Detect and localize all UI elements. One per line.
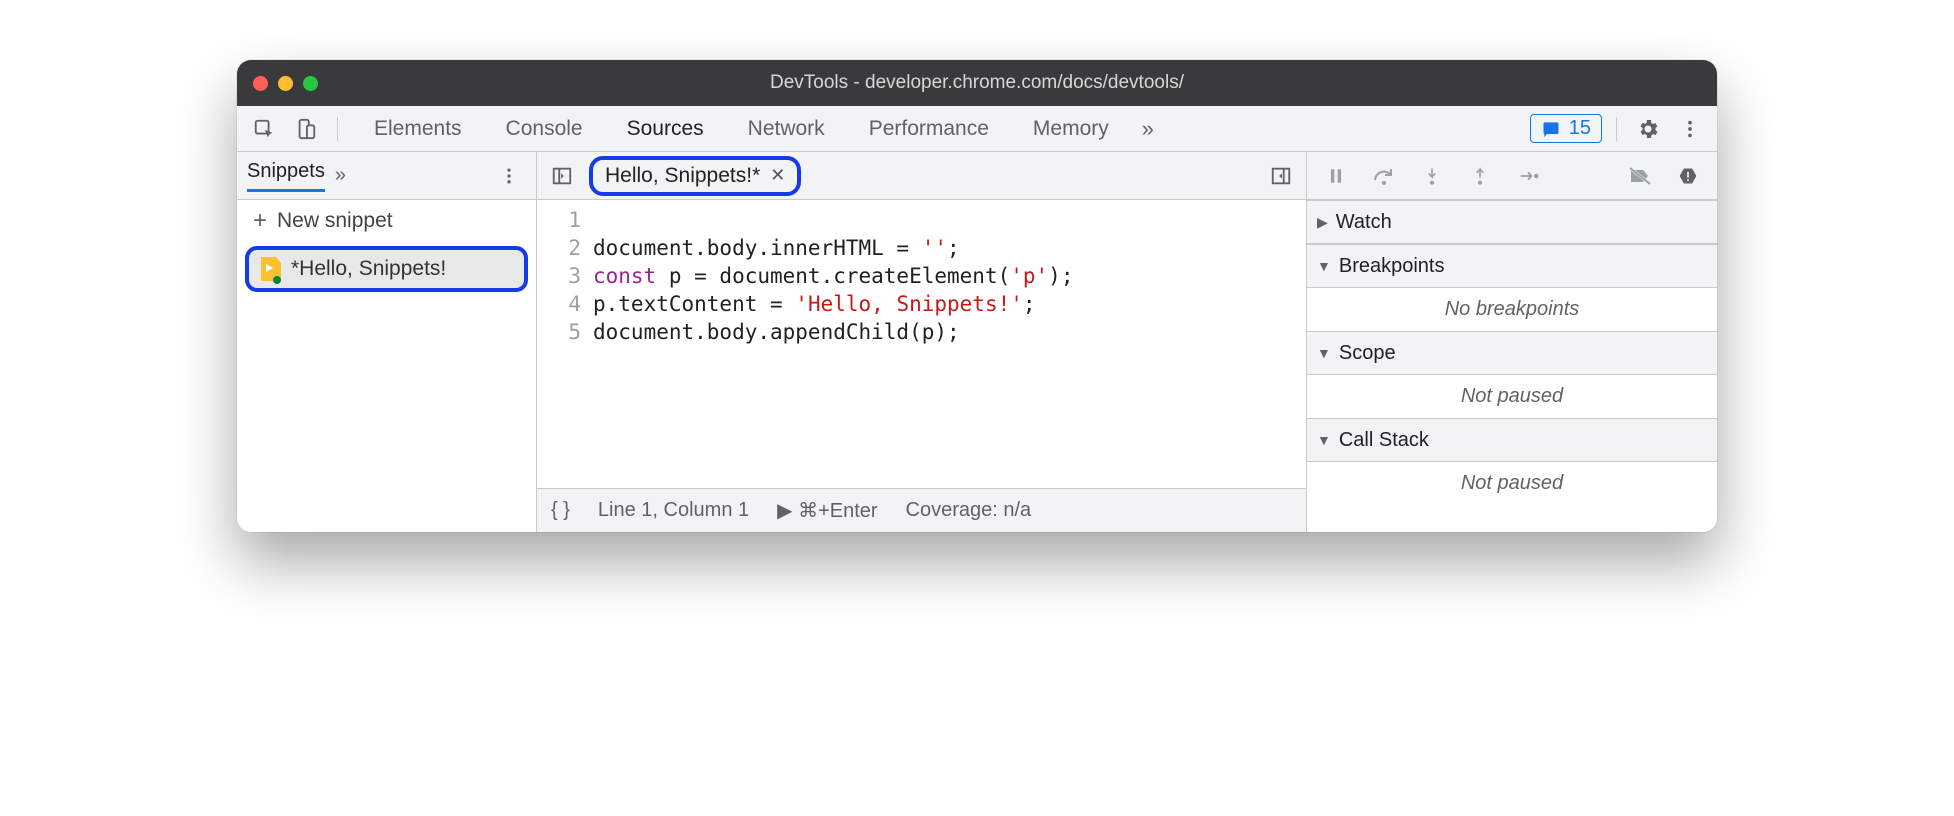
issues-count: 15 xyxy=(1569,117,1591,140)
separator xyxy=(337,117,338,141)
section-title: Watch xyxy=(1336,211,1392,234)
step-icon[interactable] xyxy=(1511,159,1545,193)
plus-icon: + xyxy=(253,207,267,235)
editor-footer: { } Line 1, Column 1 ▶ ⌘+Enter Coverage:… xyxy=(537,488,1306,532)
scope-section-header[interactable]: ▼ Scope xyxy=(1307,331,1717,375)
close-window-button[interactable] xyxy=(253,76,268,91)
code-content: document.body.innerHTML = ''; const p = … xyxy=(593,206,1306,482)
more-navigator-tabs-icon[interactable]: » xyxy=(335,164,346,187)
panel-tabs: Elements Console Sources Network Perform… xyxy=(352,106,1522,152)
inspect-element-icon[interactable] xyxy=(247,112,281,146)
tab-memory[interactable]: Memory xyxy=(1011,106,1131,152)
window-controls xyxy=(253,76,318,91)
editor-header: Hello, Snippets!* ✕ xyxy=(537,152,1306,200)
window-title: DevTools - developer.chrome.com/docs/dev… xyxy=(237,72,1717,94)
file-tab-label: Hello, Snippets!* xyxy=(605,164,760,188)
editor-file-tab[interactable]: Hello, Snippets!* ✕ xyxy=(589,156,801,196)
kebab-menu-icon[interactable] xyxy=(1673,112,1707,146)
show-navigator-icon[interactable] xyxy=(545,159,579,193)
expand-triangle-icon: ▼ xyxy=(1317,432,1331,448)
callstack-section-header[interactable]: ▼ Call Stack xyxy=(1307,418,1717,462)
devtools-window: DevTools - developer.chrome.com/docs/dev… xyxy=(237,60,1717,532)
more-tabs-icon[interactable]: » xyxy=(1131,112,1165,146)
settings-icon[interactable] xyxy=(1631,112,1665,146)
expand-triangle-icon: ▼ xyxy=(1317,258,1331,274)
modified-indicator-icon xyxy=(273,276,281,284)
navigator-header: Snippets » xyxy=(237,152,536,200)
tab-elements[interactable]: Elements xyxy=(352,106,484,152)
close-tab-icon[interactable]: ✕ xyxy=(770,165,785,186)
pretty-print-button[interactable]: { } xyxy=(551,499,570,522)
tab-network[interactable]: Network xyxy=(726,106,847,152)
breakpoints-section-header[interactable]: ▼ Breakpoints xyxy=(1307,244,1717,288)
step-into-icon[interactable] xyxy=(1415,159,1449,193)
pause-icon[interactable] xyxy=(1319,159,1353,193)
titlebar: DevTools - developer.chrome.com/docs/dev… xyxy=(237,60,1717,106)
breakpoints-body: No breakpoints xyxy=(1307,288,1717,331)
issues-badge[interactable]: 15 xyxy=(1530,114,1602,143)
coverage-status: Coverage: n/a xyxy=(906,499,1032,522)
separator xyxy=(1616,117,1617,141)
editor-pane: Hello, Snippets!* ✕ 12345 document.body.… xyxy=(537,152,1307,532)
tab-performance[interactable]: Performance xyxy=(847,106,1011,152)
debugger-pane: ▶ Watch ▼ Breakpoints No breakpoints ▼ S… xyxy=(1307,152,1717,532)
pause-on-exceptions-icon[interactable] xyxy=(1671,159,1705,193)
run-snippet-button[interactable]: ▶ ⌘+Enter xyxy=(777,498,877,523)
main-toolbar: Elements Console Sources Network Perform… xyxy=(237,106,1717,152)
snippet-item-label: *Hello, Snippets! xyxy=(291,257,446,281)
minimize-window-button[interactable] xyxy=(278,76,293,91)
code-editor[interactable]: 12345 document.body.innerHTML = ''; cons… xyxy=(537,200,1306,488)
kebab-menu-icon[interactable] xyxy=(492,159,526,193)
tab-console[interactable]: Console xyxy=(484,106,605,152)
expand-triangle-icon: ▼ xyxy=(1317,345,1331,361)
snippet-item[interactable]: *Hello, Snippets! xyxy=(245,246,528,292)
maximize-window-button[interactable] xyxy=(303,76,318,91)
watch-section-header[interactable]: ▶ Watch xyxy=(1307,200,1717,244)
navigator-pane: Snippets » + New snippet *Hello, Snippet… xyxy=(237,152,537,532)
device-toolbar-icon[interactable] xyxy=(289,112,323,146)
tab-sources[interactable]: Sources xyxy=(605,106,726,152)
navigator-tab-snippets[interactable]: Snippets xyxy=(247,160,325,192)
new-snippet-button[interactable]: + New snippet xyxy=(237,200,536,242)
scope-body: Not paused xyxy=(1307,375,1717,418)
line-gutter: 12345 xyxy=(537,206,593,482)
deactivate-breakpoints-icon[interactable] xyxy=(1623,159,1657,193)
debugger-toolbar xyxy=(1307,152,1717,200)
cursor-position: Line 1, Column 1 xyxy=(598,499,749,522)
show-debugger-icon[interactable] xyxy=(1264,159,1298,193)
main-area: Snippets » + New snippet *Hello, Snippet… xyxy=(237,152,1717,532)
section-title: Scope xyxy=(1339,342,1396,365)
section-title: Call Stack xyxy=(1339,429,1429,452)
step-over-icon[interactable] xyxy=(1367,159,1401,193)
step-out-icon[interactable] xyxy=(1463,159,1497,193)
section-title: Breakpoints xyxy=(1339,255,1445,278)
callstack-body: Not paused xyxy=(1307,462,1717,505)
collapse-triangle-icon: ▶ xyxy=(1317,214,1328,231)
new-snippet-label: New snippet xyxy=(277,209,393,233)
